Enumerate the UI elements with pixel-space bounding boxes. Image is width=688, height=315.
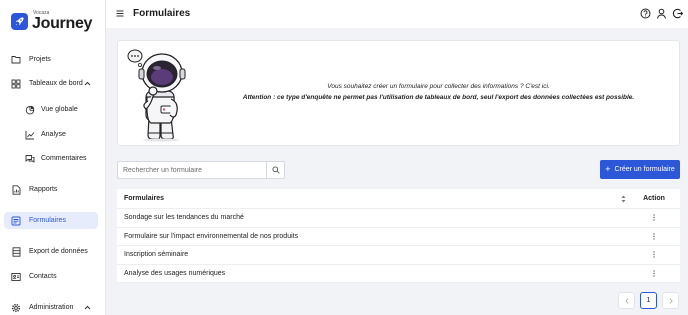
report-icon [11, 184, 21, 195]
app-logo[interactable]: Vocaza Journey [11, 11, 92, 32]
form-icon [11, 216, 21, 226]
astronaut-illustration [127, 49, 186, 142]
main-content: Vous souhaitez créer un formulaire pour … [106, 28, 688, 315]
sidebar-item-label: Tableaux de bord [29, 80, 83, 87]
column-header-action: Action [643, 195, 665, 202]
create-form-label: Créer un formulaire [614, 166, 675, 173]
more-options-icon[interactable] [636, 214, 672, 221]
table-row[interactable]: Sondage sur les tendances du marché [117, 209, 680, 228]
sort-icon[interactable] [618, 195, 628, 203]
search-button[interactable] [266, 162, 284, 178]
more-options-icon[interactable] [636, 251, 672, 258]
hamburger-menu-icon[interactable] [116, 10, 124, 19]
sidebar-item-label: Vue globale [41, 106, 78, 113]
forms-table: Formulaires Action Sondage sur les tenda… [117, 189, 680, 283]
sidebar-item-export-de-donnees[interactable]: Export de données [4, 243, 98, 260]
table-row[interactable]: Formulaire sur l'impact environnemental … [117, 228, 680, 246]
sidebar-item-label: Commentaires [41, 155, 87, 162]
pagination-next[interactable] [662, 292, 679, 309]
banner-line-1: Vous souhaitez créer un formulaire pour … [327, 83, 550, 90]
gear-icon [11, 303, 21, 313]
sidebar-item-projets[interactable]: Projets [4, 51, 98, 68]
info-banner: Vous souhaitez créer un formulaire pour … [117, 40, 680, 146]
logout-icon[interactable] [672, 8, 683, 19]
sidebar-item-label: Projets [29, 56, 51, 63]
sidebar-item-label: Rapports [29, 186, 58, 193]
banner-warning: Attention : ce type d'enquête ne permet … [242, 94, 635, 101]
sidebar-item-label: Export de données [29, 248, 88, 255]
sidebar-item-label: Formulaires [29, 217, 66, 224]
table-header: Formulaires Action [117, 189, 680, 209]
contacts-icon [11, 272, 21, 282]
sidebar-item-vue-globale[interactable]: Vue globale [4, 101, 98, 118]
pagination-previous[interactable] [618, 292, 635, 309]
dashboard-icon [11, 79, 21, 89]
rocket-icon [11, 13, 28, 30]
line-chart-icon [25, 130, 35, 140]
comments-icon [25, 154, 35, 164]
sidebar-item-analyse[interactable]: Analyse [4, 126, 98, 143]
sidebar-item-formulaires[interactable]: Formulaires [4, 212, 98, 229]
sidebar-item-rapports[interactable]: Rapports [4, 181, 98, 198]
chevron-up-icon[interactable] [84, 81, 91, 86]
chevron-left-icon [624, 297, 628, 304]
more-options-icon[interactable] [636, 270, 672, 277]
topbar: Formulaires [106, 0, 688, 28]
create-form-button[interactable]: + Créer un formulaire [600, 160, 680, 179]
chevron-right-icon [669, 297, 673, 304]
page-title: Formulaires [133, 8, 191, 19]
form-name[interactable]: Formulaire sur l'impact environnemental … [117, 233, 636, 240]
brand-name: Journey [32, 15, 93, 32]
column-header-forms[interactable]: Formulaires [117, 195, 618, 202]
chevron-up-icon[interactable] [84, 305, 91, 310]
table-row[interactable]: Inscription séminaire [117, 246, 680, 265]
sidebar-item-contacts[interactable]: Contacts [4, 268, 98, 285]
sidebar-item-administration[interactable]: Administration [4, 299, 98, 315]
pie-chart-icon [25, 105, 35, 115]
sidebar-item-label: Administration [29, 304, 74, 311]
search-box [117, 161, 285, 179]
sidebar-item-label: Contacts [29, 273, 57, 280]
more-options-icon[interactable] [636, 233, 672, 240]
sidebar-item-commentaires[interactable]: Commentaires [4, 150, 98, 167]
folder-icon [11, 55, 21, 65]
table-row[interactable]: Analyse des usages numériques [117, 265, 680, 283]
sidebar-item-label: Analyse [41, 131, 66, 138]
pagination-page[interactable]: 1 [640, 292, 657, 309]
form-name[interactable]: Sondage sur les tendances du marché [117, 214, 636, 221]
sidebar: Vocaza Journey Projets Tableaux de bord … [0, 0, 106, 315]
form-name[interactable]: Analyse des usages numériques [117, 270, 636, 277]
banner-text: Vous souhaitez créer un formulaire pour … [208, 81, 669, 103]
user-icon[interactable] [656, 8, 667, 19]
export-icon [11, 246, 21, 257]
search-icon [271, 166, 280, 174]
plus-icon: + [605, 164, 611, 174]
help-icon[interactable] [640, 8, 651, 19]
form-name[interactable]: Inscription séminaire [117, 251, 636, 258]
sidebar-item-tableaux-de-bord[interactable]: Tableaux de bord [4, 75, 98, 92]
search-input[interactable] [118, 162, 266, 178]
